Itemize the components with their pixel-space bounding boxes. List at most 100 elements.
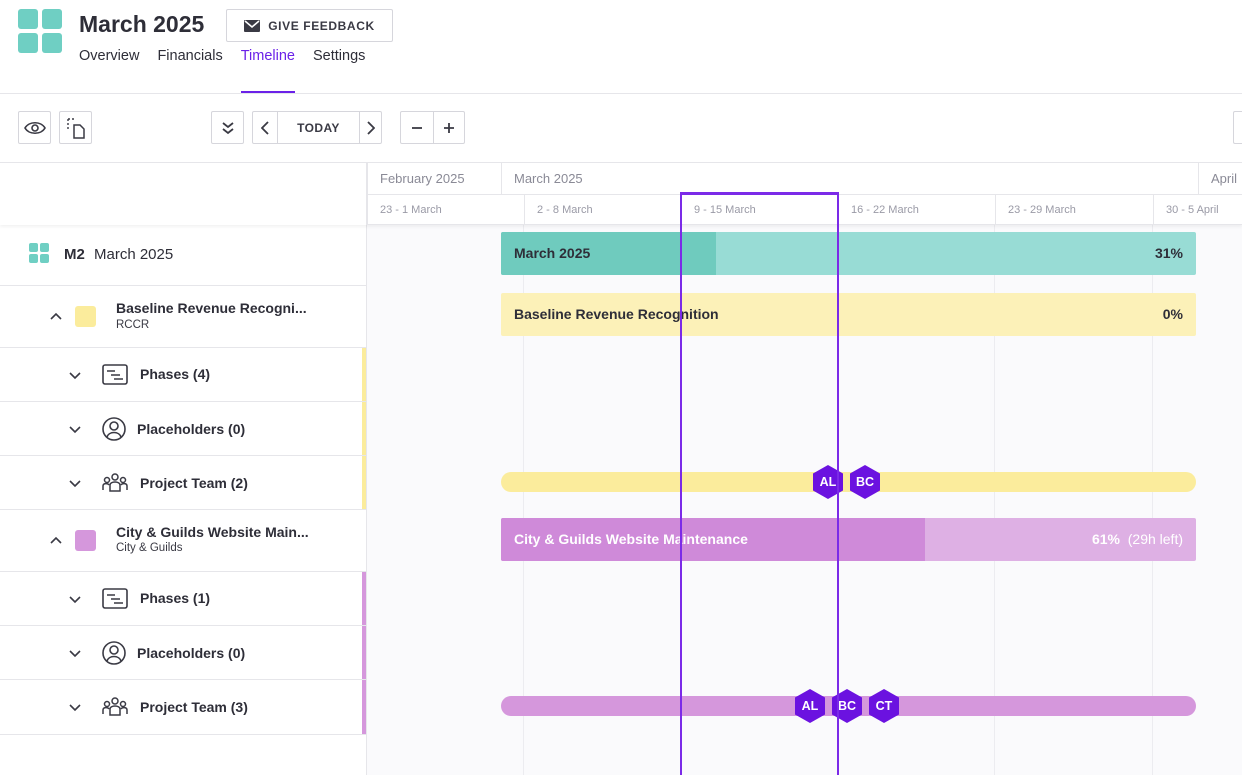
chevron-down-icon[interactable] (68, 701, 82, 715)
phases-row[interactable]: Phases (1) (0, 572, 366, 626)
group-bar-progress: 0% (1162, 306, 1183, 322)
row-label: Project Team (3) (140, 699, 248, 715)
phases-row[interactable]: Phases (4) (0, 348, 366, 402)
phases-icon (102, 364, 128, 385)
tab-settings[interactable]: Settings (313, 46, 365, 93)
week-label: 23 - 29 March (995, 194, 1153, 225)
group-bar[interactable]: City & Guilds Website Maintenance 61% (2… (501, 518, 1196, 561)
avatar[interactable]: AL (810, 464, 846, 500)
copy-icon (66, 117, 85, 139)
group-bar-label: Baseline Revenue Recognition (514, 306, 719, 322)
team-icon (102, 473, 128, 492)
avatar[interactable]: BC (829, 688, 865, 724)
minus-icon (412, 126, 422, 129)
chevron-right-icon (366, 120, 375, 135)
tab-timeline[interactable]: Timeline (240, 46, 296, 93)
group-client: RCCR (116, 319, 150, 331)
chevron-up-icon[interactable] (49, 533, 63, 547)
group-bar-progress: 61% (29h left) (1092, 531, 1183, 547)
project-grid-icon (29, 243, 49, 263)
placeholders-row[interactable]: Placeholders (0) (0, 402, 366, 456)
give-feedback-button[interactable]: GIVE FEEDBACK (226, 9, 393, 42)
month-label: April (1198, 163, 1242, 194)
previous-period-button[interactable] (253, 112, 277, 143)
plus-icon (444, 122, 454, 133)
collapse-all-button[interactable] (211, 111, 244, 144)
mail-icon (244, 19, 261, 32)
avatar-initials: CT (875, 699, 893, 713)
team-icon (102, 697, 128, 716)
week-label: 23 - 1 March (367, 194, 524, 225)
row-label: Phases (1) (140, 590, 211, 606)
group-row[interactable]: Baseline Revenue Recogni... RCCR (0, 286, 366, 348)
placeholders-row[interactable]: Placeholders (0) (0, 626, 366, 680)
phases-icon (102, 588, 128, 609)
today-button[interactable]: TODAY (277, 112, 359, 143)
chevron-up-icon[interactable] (49, 309, 63, 323)
timeline-logo-icon (18, 9, 63, 54)
collapse-all-icon (221, 121, 234, 134)
month-label: February 2025 (367, 163, 501, 194)
eye-icon (23, 121, 46, 134)
group-name: Baseline Revenue Recogni... (116, 300, 307, 316)
tab-financials[interactable]: Financials (157, 46, 222, 93)
week-label-current: 9 - 15 March (681, 194, 838, 225)
group-stripe (362, 456, 366, 509)
copy-button[interactable] (59, 111, 92, 144)
row-label: Phases (4) (140, 366, 211, 382)
avatar-initials: AL (801, 699, 819, 713)
tab-overview[interactable]: Overview (79, 46, 139, 93)
row-label: Placeholders (0) (137, 421, 246, 437)
project-bar-label: March 2025 (514, 245, 591, 261)
timeline-sidebar: M2 March 2025 Baseline Revenue Recogni..… (0, 225, 367, 775)
group-stripe (362, 348, 366, 401)
group-stripe (362, 402, 366, 455)
group-row[interactable]: City & Guilds Website Main... City & Gui… (0, 510, 366, 572)
timeline-header-spacer (0, 163, 367, 225)
project-name: March 2025 (94, 246, 174, 263)
group-bar-progress-percent: 61% (1091, 531, 1120, 547)
project-bar-progress: 31% (1154, 245, 1183, 261)
project-bar[interactable]: March 2025 31% (501, 232, 1196, 275)
group-stripe (362, 680, 366, 734)
chevron-down-icon[interactable] (68, 369, 82, 383)
zoom-in-button[interactable] (433, 112, 464, 143)
person-icon (102, 641, 126, 665)
avatar-initials: AL (819, 475, 837, 489)
settings-button-partial[interactable] (1233, 111, 1242, 144)
month-label: March 2025 (501, 163, 1198, 194)
avatar[interactable]: CT (866, 688, 902, 724)
avatar[interactable]: AL (792, 688, 828, 724)
next-period-button[interactable] (359, 112, 381, 143)
chevron-down-icon[interactable] (68, 423, 82, 437)
group-bar-label: City & Guilds Website Maintenance (514, 531, 748, 547)
zoom-out-button[interactable] (401, 112, 433, 143)
avatar-initials: BC (837, 699, 857, 713)
group-stripe (362, 572, 366, 625)
project-row[interactable]: M2 March 2025 (0, 225, 366, 286)
week-label: 2 - 8 March (524, 194, 681, 225)
group-client: City & Guilds (116, 542, 183, 554)
project-team-row[interactable]: Project Team (3) (0, 680, 366, 735)
group-color-swatch (75, 306, 96, 327)
row-label: Project Team (2) (140, 475, 248, 491)
visibility-button[interactable] (18, 111, 51, 144)
avatar[interactable]: BC (847, 464, 883, 500)
zoom-controls (400, 111, 465, 144)
avatar-initials: BC (855, 475, 875, 489)
date-navigator: TODAY (252, 111, 382, 144)
today-label: TODAY (297, 120, 340, 135)
chevron-down-icon[interactable] (68, 647, 82, 661)
timeline-chart: March 2025 31% Baseline Revenue Recognit… (367, 225, 1242, 775)
timeline-header: February 2025 March 2025 April 23 - 1 Ma… (0, 162, 1242, 225)
project-team-row[interactable]: Project Team (2) (0, 456, 366, 510)
chevron-down-icon[interactable] (68, 477, 82, 491)
page-title: March 2025 (79, 11, 205, 37)
app-header: March 2025 GIVE FEEDBACK Overview Financ… (0, 0, 1242, 94)
group-bar[interactable]: Baseline Revenue Recognition 0% (501, 293, 1196, 336)
chevron-left-icon (261, 120, 269, 135)
week-label: 30 - 5 April (1153, 194, 1242, 225)
chevron-down-icon[interactable] (68, 593, 82, 607)
group-name: City & Guilds Website Main... (116, 524, 309, 540)
group-color-swatch (75, 530, 96, 551)
